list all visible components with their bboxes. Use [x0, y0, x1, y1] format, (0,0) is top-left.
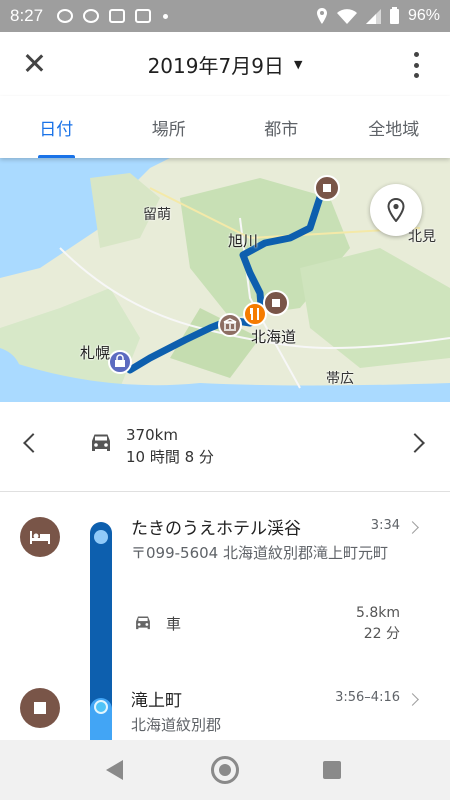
tab-bar: 日付 場所 都市 全地域 [0, 96, 450, 158]
stop-address: 北海道紋別郡 [131, 716, 222, 734]
system-nav-bar [0, 740, 450, 800]
tab-all-regions[interactable]: 全地域 [338, 96, 450, 158]
tab-date[interactable]: 日付 [0, 96, 113, 158]
dot-icon [414, 73, 419, 78]
transit-duration: 22 分 [363, 626, 400, 642]
tab-places[interactable]: 場所 [113, 96, 226, 158]
location-icon [316, 8, 327, 24]
location-pin-icon [387, 198, 405, 222]
hotel-icon [20, 517, 60, 557]
previous-day-chevron-icon[interactable] [23, 433, 43, 453]
map-label-sapporo: 札幌 [80, 344, 111, 362]
dot-icon [414, 52, 419, 57]
tab-cities[interactable]: 都市 [225, 96, 338, 158]
stop-name: 滝上町 [131, 691, 182, 711]
timeline-list: たきのうえホテル渓谷 3:34 〒099-5604 北海道紋別郡滝上町元町 車 … [0, 492, 450, 740]
stop-name: たきのうえホテル渓谷 [131, 519, 301, 539]
battery-icon [389, 6, 399, 24]
car-icon [136, 616, 150, 630]
transit-distance: 5.8km [355, 605, 400, 621]
close-button[interactable] [20, 50, 48, 78]
shield-icon [83, 9, 100, 23]
status-time: 8:27 [10, 6, 44, 25]
route-map[interactable]: 留萌 旭川 北見 北海道 札幌 帯広 [0, 158, 450, 402]
home-icon[interactable] [211, 756, 239, 784]
stop-time: 3:56–4:16 [335, 690, 400, 705]
map-label-hokkaido: 北海道 [251, 328, 297, 346]
notification-dot-icon [163, 13, 169, 19]
back-icon[interactable] [106, 760, 123, 780]
timeline-dot [94, 530, 108, 544]
news-icon [109, 9, 126, 23]
wifi-icon [336, 8, 357, 24]
more-options-button[interactable] [414, 52, 420, 78]
total-duration: 10 時間 8 分 [126, 448, 214, 466]
restaurant-marker-icon[interactable] [243, 302, 267, 326]
dot-icon [414, 62, 419, 68]
date-title: 2019年7月9日 [147, 53, 284, 78]
stop-time: 3:34 [370, 518, 400, 533]
trip-summary: 370km 10 時間 8 分 [0, 402, 450, 492]
transit-mode: 車 [166, 615, 182, 633]
museum-marker-icon[interactable] [218, 313, 242, 337]
status-bar: 8:27 96% [0, 0, 450, 32]
date-selector[interactable]: 2019年7月9日 ▼ [148, 50, 303, 79]
signal-icon [365, 8, 381, 24]
chevron-right-icon [406, 521, 419, 534]
car-icon [92, 434, 110, 451]
shopping-marker-icon[interactable] [108, 350, 132, 374]
chevron-right-icon [406, 693, 419, 706]
map-label-asahikawa: 旭川 [228, 232, 259, 250]
alarm-icon [57, 9, 74, 23]
timeline-dot [94, 700, 108, 714]
stop-address: 〒099-5604 北海道紋別郡滝上町元町 [131, 544, 388, 562]
map-label-rumoi: 留萌 [143, 207, 171, 223]
recent-apps-icon[interactable] [323, 761, 341, 779]
next-day-chevron-icon[interactable] [405, 433, 425, 453]
map-label-obihiro: 帯広 [326, 371, 354, 387]
dropdown-caret-icon: ▼ [293, 57, 303, 71]
app-bar: 2019年7月9日 ▼ [0, 32, 450, 96]
my-location-button[interactable] [370, 184, 422, 236]
calendar-icon [135, 9, 152, 23]
total-distance: 370km [126, 426, 178, 444]
battery-percent: 96% [407, 7, 440, 24]
place-icon [20, 688, 60, 728]
hotel-marker-icon[interactable] [314, 175, 340, 201]
